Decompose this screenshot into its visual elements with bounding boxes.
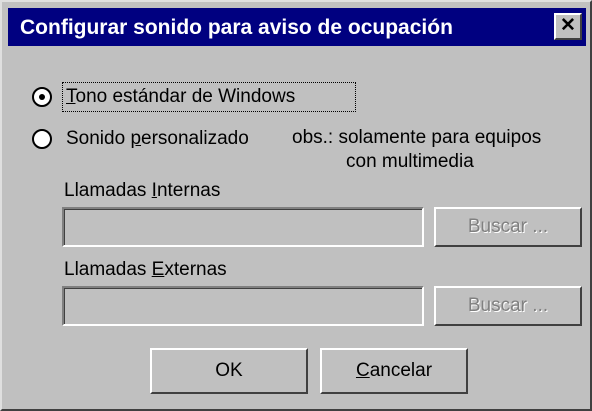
radio-button-custom[interactable] (32, 129, 52, 149)
multimedia-note: obs.: solamente para equipos con multime… (292, 126, 541, 174)
internal-calls-label: Llamadas Internas (64, 180, 221, 201)
browse-internal-button[interactable]: Buscar ... (434, 207, 582, 247)
close-button[interactable]: ✕ (554, 13, 582, 40)
cancel-label: ancelar (369, 360, 433, 381)
cancel-button[interactable]: Cancelar (320, 348, 468, 394)
radio-standard-label: Tono estándar de Windows (66, 86, 296, 107)
radio-button-standard[interactable] (32, 87, 52, 107)
note-line-2: con multimedia (346, 151, 474, 172)
ok-button[interactable]: OK (150, 348, 308, 394)
window-title: Configurar sonido para aviso de ocupació… (20, 16, 453, 39)
close-icon: ✕ (560, 15, 576, 36)
title-bar[interactable]: Configurar sonido para aviso de ocupació… (8, 8, 586, 46)
dialog-window: Configurar sonido para aviso de ocupació… (0, 0, 592, 411)
cancel-accel: C (355, 360, 370, 381)
external-calls-value (64, 288, 422, 324)
external-calls-field[interactable] (62, 286, 424, 326)
note-line-1: obs.: solamente para equipos (292, 127, 542, 148)
internal-calls-value (64, 209, 422, 245)
external-calls-label: Llamadas Externas (64, 259, 227, 280)
radio-selected-dot (39, 94, 45, 100)
radio-custom-label: Sonido personalizado (66, 128, 249, 149)
internal-calls-field[interactable] (62, 207, 424, 247)
browse-external-button[interactable]: Buscar ... (434, 286, 582, 326)
